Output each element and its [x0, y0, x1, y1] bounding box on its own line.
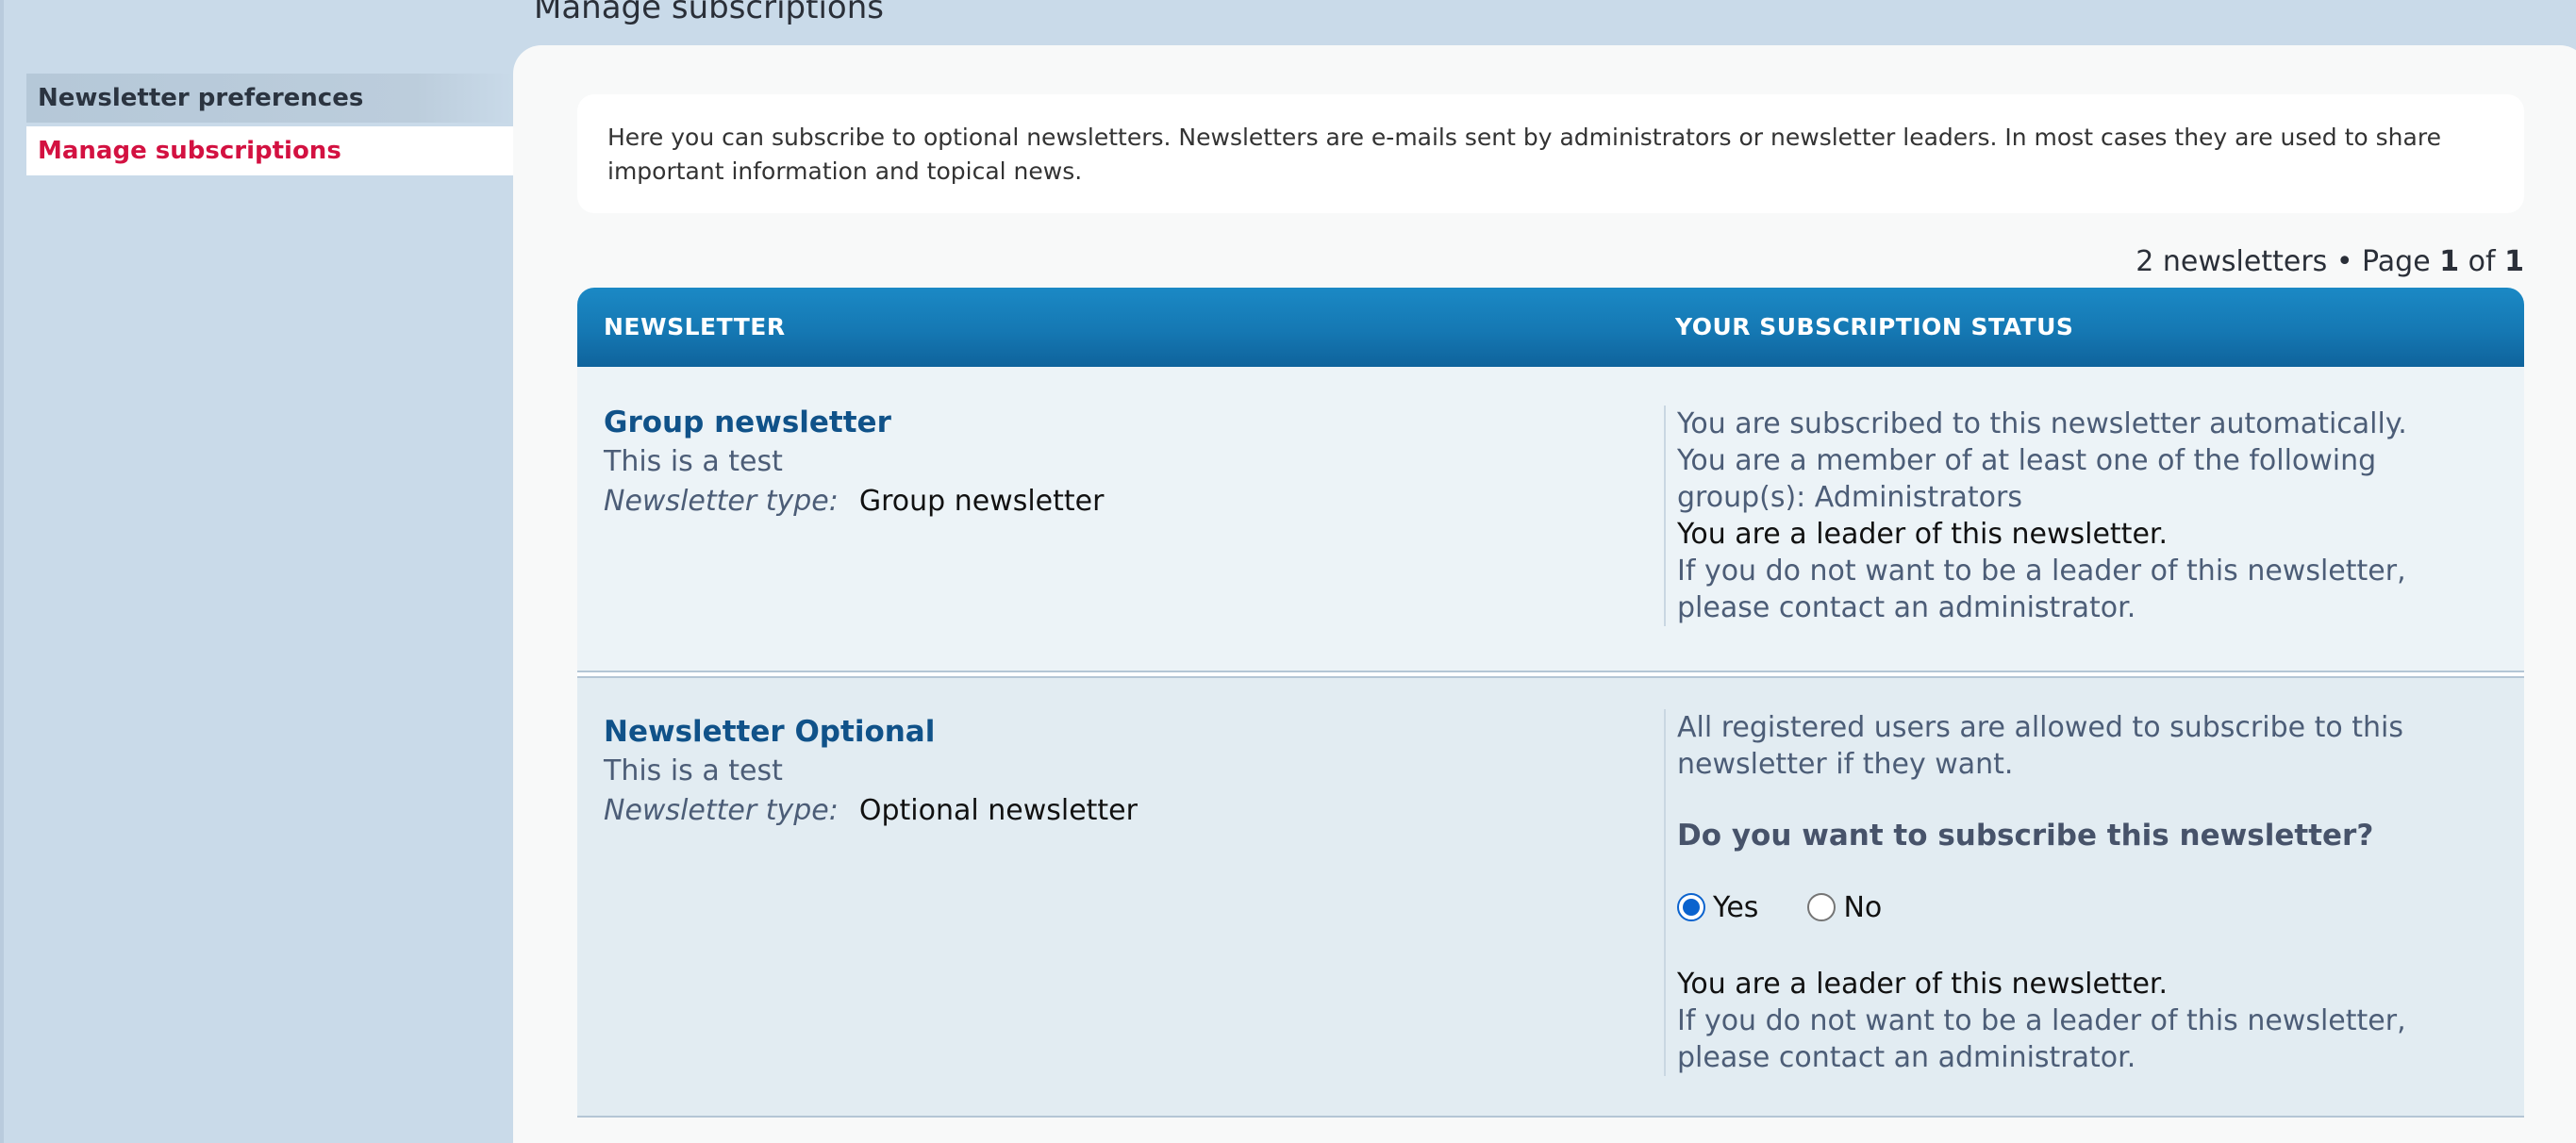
subscribe-yes-radio[interactable]: [1677, 893, 1705, 921]
newsletter-type-row: Newsletter type: Optional newsletter: [604, 791, 1138, 831]
sidebar-header: Newsletter preferences: [26, 74, 513, 123]
leader-note: If you do not want to be a leader of thi…: [1677, 555, 2406, 624]
page-title: Manage subscriptions: [534, 0, 884, 26]
window-left-edge: [0, 0, 4, 1143]
newsletter-type-value: Optional newsletter: [858, 794, 1138, 827]
subscription-status: You are subscribed to this newsletter au…: [1664, 406, 2494, 626]
newsletter-table: NEWSLETTER YOUR SUBSCRIPTION STATUS Grou…: [577, 288, 2524, 1118]
newsletter-info: Newsletter Optional This is a test Newsl…: [604, 712, 1138, 831]
leader-text: You are a leader of this newsletter.: [1677, 518, 2169, 551]
intro-text: Here you can subscribe to optional newsl…: [607, 124, 2441, 185]
subscribe-no-label[interactable]: No: [1843, 889, 1882, 926]
subscribe-no-radio[interactable]: [1807, 893, 1836, 921]
pagination-current: 1: [2439, 245, 2460, 278]
status-line: All registered users are allowed to subs…: [1677, 711, 2403, 781]
pagination-of: of: [2468, 245, 2496, 278]
table-row: Group newsletter This is a test Newslett…: [577, 367, 2524, 672]
newsletter-description: This is a test: [604, 754, 783, 787]
intro-box: Here you can subscribe to optional newsl…: [577, 94, 2524, 213]
sidebar: Newsletter preferences Manage subscripti…: [26, 74, 513, 175]
column-header-newsletter: NEWSLETTER: [604, 313, 786, 340]
newsletter-info: Group newsletter This is a test Newslett…: [604, 403, 1104, 522]
newsletter-type-label: Newsletter type:: [604, 485, 839, 518]
pagination: 2 newsletters • Page 1 of 1: [2136, 243, 2524, 281]
subscription-status: All registered users are allowed to subs…: [1664, 709, 2494, 1076]
column-header-status: YOUR SUBSCRIPTION STATUS: [1675, 313, 2074, 340]
newsletter-type-row: Newsletter type: Group newsletter: [604, 482, 1104, 522]
table-header: NEWSLETTER YOUR SUBSCRIPTION STATUS: [577, 288, 2524, 367]
status-line: You are a member of at least one of the …: [1677, 444, 2377, 514]
sidebar-item-manage-subscriptions[interactable]: Manage subscriptions: [26, 126, 513, 175]
pagination-total: 1: [2504, 245, 2524, 278]
status-line: You are subscribed to this newsletter au…: [1677, 407, 2407, 440]
subscribe-question: Do you want to subscribe this newsletter…: [1677, 819, 2374, 853]
subscribe-radio-group: Yes No: [1677, 888, 2494, 926]
newsletter-type-label: Newsletter type:: [604, 794, 839, 827]
newsletter-type-value: Group newsletter: [858, 485, 1105, 518]
subscribe-yes-label[interactable]: Yes: [1713, 889, 1758, 926]
newsletter-description: This is a test: [604, 445, 783, 478]
leader-note: If you do not want to be a leader of thi…: [1677, 1004, 2406, 1074]
leader-text: You are a leader of this newsletter.: [1677, 968, 2169, 1001]
table-row: Newsletter Optional This is a test Newsl…: [577, 678, 2524, 1118]
newsletter-title-link[interactable]: Group newsletter: [604, 403, 1104, 442]
pagination-count: 2 newsletters • Page: [2136, 245, 2431, 278]
newsletter-title-link[interactable]: Newsletter Optional: [604, 712, 1138, 752]
